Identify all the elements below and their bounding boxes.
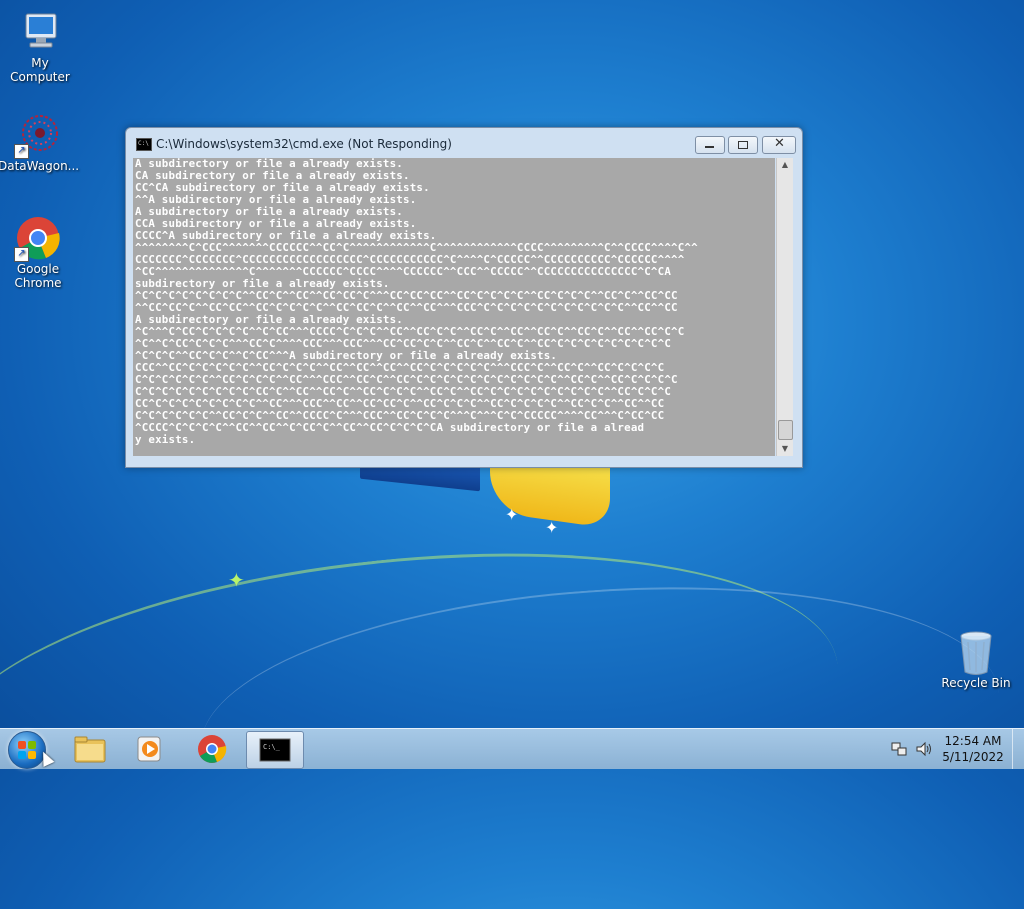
maximize-icon — [738, 141, 748, 149]
chrome-icon — [198, 735, 227, 763]
recycle-bin-icon — [954, 630, 998, 675]
taskbar-media-player-button[interactable] — [122, 731, 178, 767]
cmd-icon: C:\_ — [259, 738, 291, 762]
desktop-icon-label: Recycle Bin — [941, 676, 1011, 690]
chrome-icon: ↗ — [14, 216, 60, 262]
clock-time: 12:54 AM — [944, 734, 1002, 748]
start-button[interactable] — [8, 731, 46, 769]
datawagon-icon: ↗ — [14, 113, 60, 159]
cmd-window[interactable]: C:\ C:\Windows\system32\cmd.exe (Not Res… — [125, 127, 803, 468]
desktop-icon-google-chrome[interactable]: ↗ Google Chrome — [0, 216, 78, 290]
sparkle-icon: ✦ — [228, 568, 245, 592]
taskbar: C:\_ 12:54 AM 5/11/2022 — [0, 728, 1024, 769]
windows-logo-icon — [18, 741, 36, 759]
scroll-up-arrow-icon[interactable]: ▲ — [777, 158, 793, 172]
computer-icon — [18, 10, 62, 54]
close-icon: ✕ — [774, 136, 785, 151]
desktop-icon-label: My Computer — [10, 56, 70, 84]
taskbar-cmd-button[interactable]: C:\_ — [246, 731, 304, 769]
minimize-icon — [705, 146, 714, 148]
vertical-scrollbar[interactable]: ▲ ▼ — [776, 158, 793, 456]
scroll-down-arrow-icon[interactable]: ▼ — [777, 442, 793, 456]
taskbar-explorer-button[interactable] — [62, 731, 118, 767]
minimize-button[interactable] — [695, 136, 725, 154]
shortcut-arrow-icon: ↗ — [14, 144, 29, 159]
maximize-button[interactable] — [728, 136, 758, 154]
network-icon[interactable] — [890, 740, 908, 761]
console-text: A subdirectory or file a already exists.… — [135, 158, 698, 446]
console-output[interactable]: A subdirectory or file a already exists.… — [133, 158, 775, 456]
desktop-icon-my-computer[interactable]: My Computer — [0, 10, 80, 84]
scrollbar-thumb[interactable] — [778, 420, 793, 440]
clock-date: 5/11/2022 — [942, 750, 1004, 764]
taskbar-chrome-button[interactable] — [184, 731, 240, 767]
volume-icon[interactable] — [914, 739, 934, 762]
sparkle-icon: ✦ — [505, 505, 519, 524]
close-button[interactable]: ✕ — [762, 136, 796, 154]
shortcut-arrow-icon: ↗ — [14, 247, 29, 262]
folder-icon — [74, 736, 106, 763]
cmd-icon: C:\ — [136, 138, 152, 151]
media-player-icon — [137, 736, 161, 762]
desktop-icon-label: Google Chrome — [14, 262, 62, 290]
show-desktop-button[interactable] — [1012, 729, 1024, 769]
window-titlebar[interactable]: C:\ C:\Windows\system32\cmd.exe (Not Res… — [126, 128, 802, 158]
desktop-icon-datawagon[interactable]: ↗ DataWagon... — [0, 113, 80, 173]
sparkle-icon: ✦ — [545, 518, 559, 537]
svg-text:C:\_: C:\_ — [263, 743, 281, 751]
system-clock[interactable]: 12:54 AM 5/11/2022 — [942, 733, 1004, 765]
desktop-icon-label: DataWagon... — [0, 159, 80, 173]
desktop-icon-recycle-bin[interactable]: Recycle Bin — [936, 630, 1016, 690]
window-title: C:\Windows\system32\cmd.exe (Not Respond… — [156, 137, 452, 151]
